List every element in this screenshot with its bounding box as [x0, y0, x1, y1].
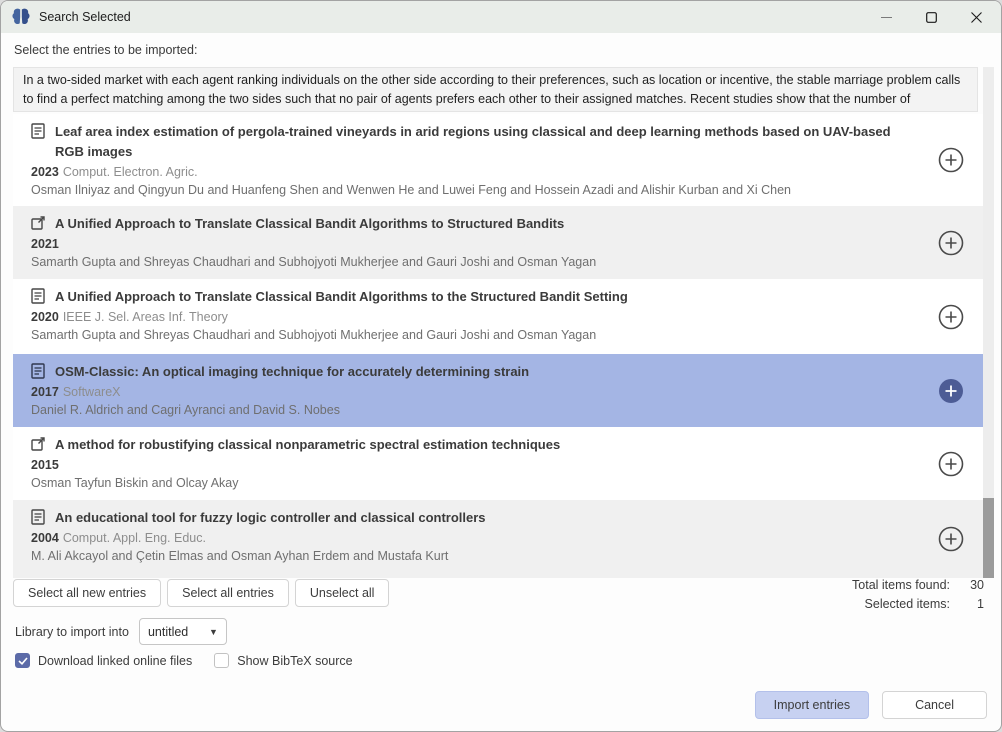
plus-circle-icon — [937, 525, 965, 553]
article-icon — [31, 509, 45, 525]
entry-authors: Osman Ilniyaz and Qingyun Du and Huanfen… — [31, 181, 907, 199]
entry-title: OSM-Classic: An optical imaging techniqu… — [55, 362, 529, 382]
select-all-new-entries-button[interactable]: Select all new entries — [13, 579, 161, 607]
entry-year: 2023 — [31, 165, 59, 179]
window-title: Search Selected — [39, 10, 131, 24]
totals-summary: Total items found: 30 Selected items: 1 — [852, 578, 984, 611]
add-entry-button-selected[interactable] — [937, 377, 965, 405]
cancel-button[interactable]: Cancel — [882, 691, 987, 719]
jabref-logo-icon — [11, 7, 31, 27]
add-entry-button[interactable] — [937, 450, 965, 478]
unselect-all-button[interactable]: Unselect all — [295, 579, 390, 607]
article-icon — [31, 288, 45, 304]
plus-circle-icon — [937, 229, 965, 257]
library-selected-value: untitled — [148, 625, 188, 639]
plus-circle-filled-icon — [937, 377, 965, 405]
instruction-label: Select the entries to be imported: — [14, 43, 197, 57]
entry-row-selected[interactable]: OSM-Classic: An optical imaging techniqu… — [13, 354, 983, 427]
entry-journal: SoftwareX — [63, 385, 121, 399]
check-icon — [18, 657, 28, 665]
entry-title: Leaf area index estimation of pergola-tr… — [55, 122, 907, 162]
entry-journal: Comput. Electron. Agric. — [63, 165, 198, 179]
entry-title: An educational tool for fuzzy logic cont… — [55, 508, 486, 528]
entry-row[interactable]: A method for robustifying classical nonp… — [13, 427, 983, 500]
close-icon — [971, 12, 982, 23]
library-select[interactable]: untitled ▼ — [139, 618, 227, 645]
external-link-icon — [31, 215, 45, 231]
chevron-down-icon: ▼ — [209, 627, 218, 637]
entry-year: 2015 — [31, 458, 59, 472]
entry-row[interactable]: A Unified Approach to Translate Classica… — [13, 279, 983, 354]
minimize-button[interactable] — [864, 1, 909, 33]
download-linked-files-label[interactable]: Download linked online files — [38, 654, 192, 668]
entry-journal: IEEE J. Sel. Areas Inf. Theory — [63, 310, 228, 324]
entry-row[interactable]: An educational tool for fuzzy logic cont… — [13, 500, 983, 578]
close-button[interactable] — [954, 1, 999, 33]
add-entry-button[interactable] — [937, 229, 965, 257]
library-label: Library to import into — [15, 625, 129, 639]
selected-items-value: 1 — [954, 597, 984, 611]
entry-authors: Samarth Gupta and Shreyas Chaudhari and … — [31, 326, 907, 344]
add-entry-button[interactable] — [937, 303, 965, 331]
more-link[interactable]: (more) — [46, 110, 83, 112]
show-bibtex-source-checkbox[interactable] — [214, 653, 229, 668]
abstract-text: In a two-sided market with each agent ra… — [23, 73, 960, 112]
article-icon — [31, 123, 45, 139]
plus-circle-icon — [937, 450, 965, 478]
entry-year: 2020 — [31, 310, 59, 324]
select-all-entries-button[interactable]: Select all entries — [167, 579, 289, 607]
entry-year: 2004 — [31, 531, 59, 545]
entry-title: A method for robustifying classical nonp… — [55, 435, 560, 455]
plus-circle-icon — [937, 146, 965, 174]
add-entry-button[interactable] — [937, 146, 965, 174]
total-items-label: Total items found: — [852, 578, 950, 592]
maximize-icon — [926, 12, 937, 23]
entry-year: 2017 — [31, 385, 59, 399]
scrollbar[interactable] — [983, 67, 994, 578]
results-list: Leaf area index estimation of pergola-tr… — [13, 114, 983, 578]
entry-row[interactable]: A Unified Approach to Translate Classica… — [13, 206, 983, 279]
titlebar: Search Selected — [1, 1, 1001, 33]
show-bibtex-source-label[interactable]: Show BibTeX source — [237, 654, 352, 668]
maximize-button[interactable] — [909, 1, 954, 33]
plus-circle-icon — [937, 303, 965, 331]
external-link-icon — [31, 436, 45, 452]
entry-authors: Samarth Gupta and Shreyas Chaudhari and … — [31, 253, 907, 271]
minimize-icon — [881, 12, 892, 23]
import-entries-button[interactable]: Import entries — [755, 691, 869, 719]
article-icon — [31, 363, 45, 379]
selected-items-label: Selected items: — [852, 597, 950, 611]
entry-title: A Unified Approach to Translate Classica… — [55, 287, 628, 307]
entry-title: A Unified Approach to Translate Classica… — [55, 214, 564, 234]
abstract-preview: In a two-sided market with each agent ra… — [13, 67, 978, 112]
entry-row[interactable]: Leaf area index estimation of pergola-tr… — [13, 114, 983, 206]
search-selected-dialog: Search Selected Select the entries to be… — [0, 0, 1002, 732]
entry-year: 2021 — [31, 237, 59, 251]
entry-authors: M. Ali Akcayol and Çetin Elmas and Osman… — [31, 547, 907, 565]
entry-authors: Osman Tayfun Biskin and Olcay Akay — [31, 474, 907, 492]
download-linked-files-checkbox[interactable] — [15, 653, 30, 668]
entry-journal: Comput. Appl. Eng. Educ. — [63, 531, 206, 545]
total-items-value: 30 — [954, 578, 984, 592]
entry-authors: Daniel R. Aldrich and Cagri Ayranci and … — [31, 401, 907, 419]
add-entry-button[interactable] — [937, 525, 965, 553]
scrollbar-thumb[interactable] — [983, 498, 994, 578]
